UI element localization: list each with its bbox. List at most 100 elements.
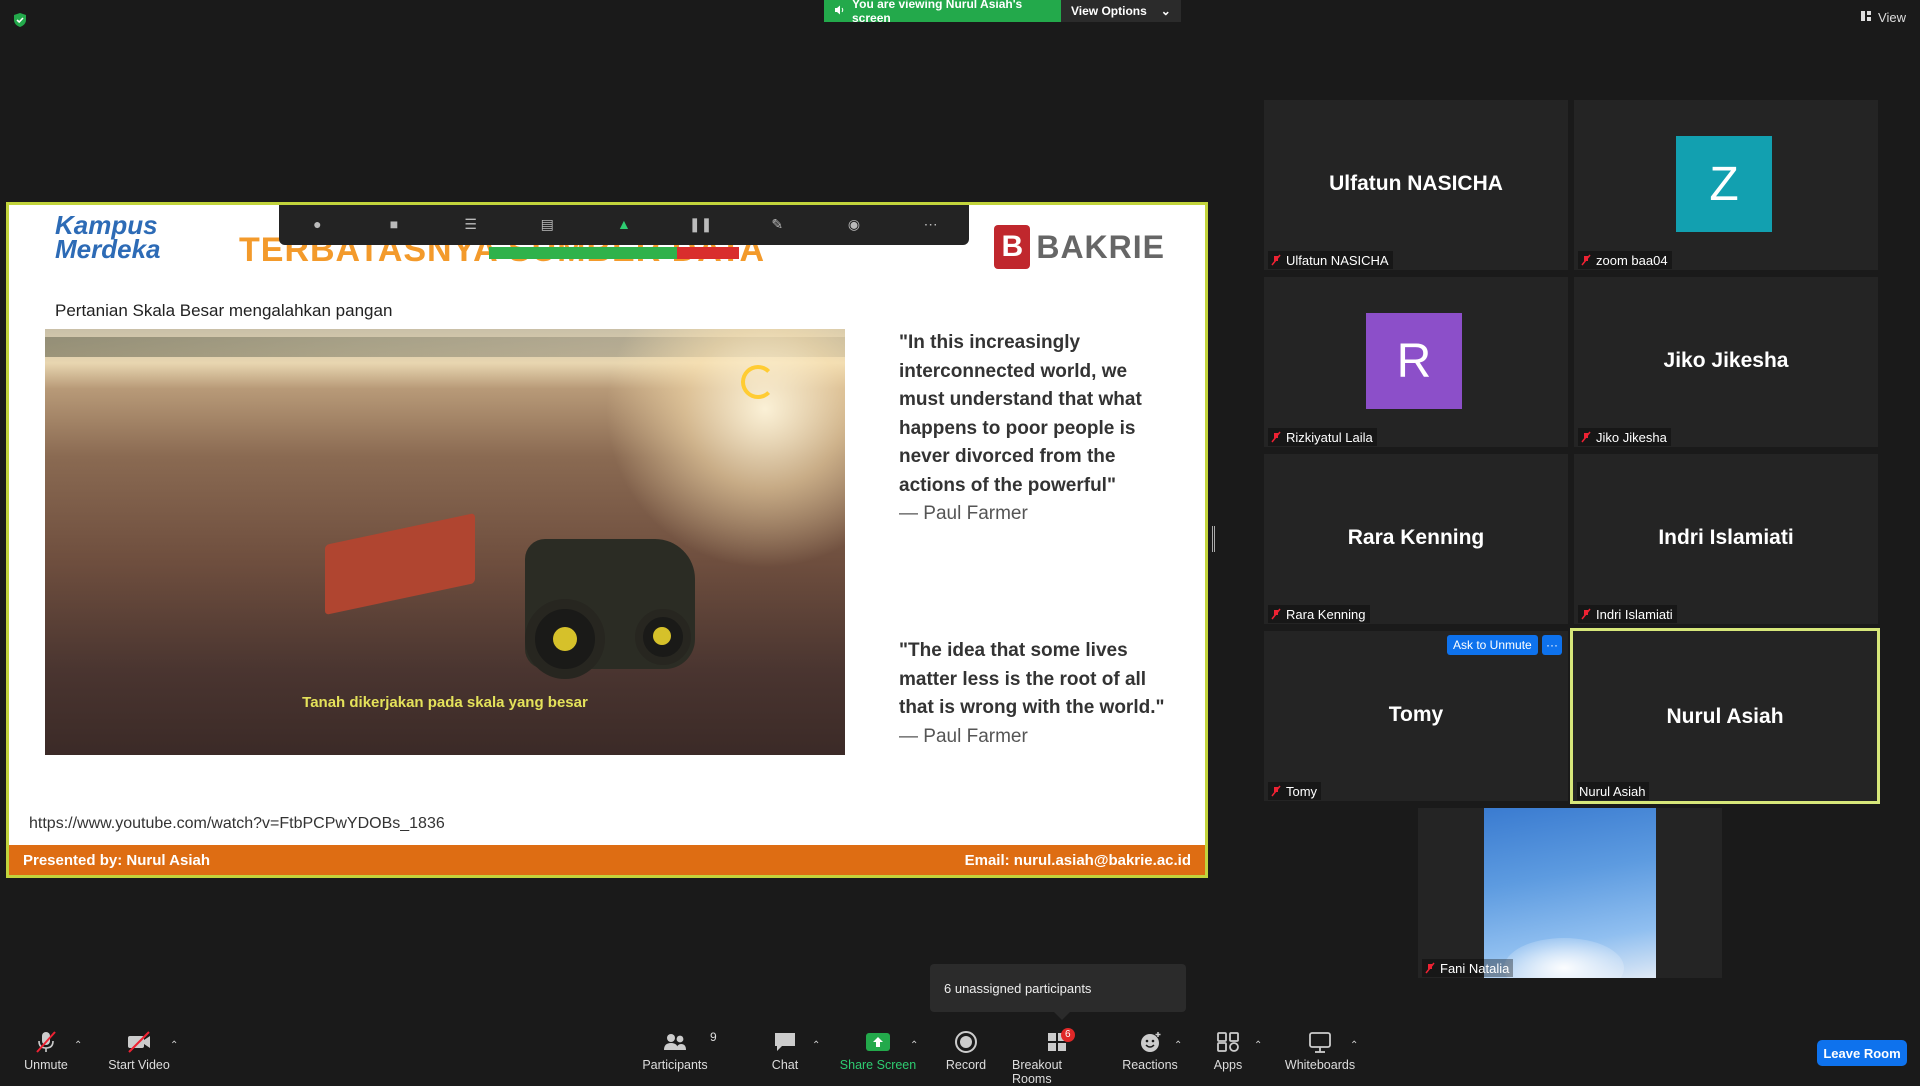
participant-tile[interactable]: R Rizkiyatul Laila [1264, 277, 1568, 447]
participant-tile[interactable]: Ask to Unmute ··· Tomy Tomy [1264, 631, 1568, 801]
participants-button[interactable]: 9 Participants [640, 1030, 717, 1078]
audio-options-chevron-icon[interactable]: ⌃ [74, 1040, 82, 1051]
quote-2: "The idea that some lives matter less is… [899, 637, 1169, 751]
mic-muted-icon [1581, 431, 1591, 443]
share-screen-button[interactable]: Share Screen [838, 1030, 918, 1078]
video-options-chevron-icon[interactable]: ⌃ [170, 1040, 178, 1051]
camera-icon[interactable]: ■ [379, 209, 409, 239]
whiteboards-button[interactable]: Whiteboards [1282, 1030, 1358, 1078]
panel-resize-handle[interactable] [1212, 526, 1215, 552]
tractor-field-photo: Tanah dikerjakan pada skala yang besar [45, 329, 845, 755]
reactions-icon [1137, 1030, 1163, 1054]
record-button[interactable]: Record [940, 1030, 992, 1078]
ask-to-unmute-button[interactable]: Ask to Unmute [1447, 635, 1538, 655]
participant-video [1484, 808, 1656, 978]
whiteboards-label: Whiteboards [1284, 1058, 1356, 1072]
view-grid-icon [1860, 10, 1872, 25]
chat-label: Chat [771, 1058, 799, 1072]
unmute-button[interactable]: Unmute [22, 1030, 70, 1078]
slide-url: https://www.youtube.com/watch?v=FtbPCPwY… [29, 815, 445, 832]
participant-tile-active-speaker[interactable]: Nurul Asiah Nurul Asiah [1570, 628, 1880, 804]
participants-icon: 9 [662, 1030, 717, 1054]
shield-icon[interactable] [12, 12, 28, 28]
participant-tile[interactable]: Indri Islamiati Indri Islamiati [1574, 454, 1878, 624]
participant-tile[interactable]: Jiko Jikesha Jiko Jikesha [1574, 277, 1878, 447]
record-label: Record [945, 1058, 987, 1072]
quote-2-author: — Paul Farmer [899, 725, 1028, 747]
avatar: Z [1676, 136, 1772, 232]
participant-label: zoom baa04 [1578, 251, 1672, 269]
more-options-button[interactable]: ··· [1542, 635, 1562, 655]
more-icon[interactable]: ⋯ [916, 209, 946, 239]
participants-label: Participants [642, 1058, 708, 1072]
whiteboards-options-chevron-icon[interactable]: ⌃ [1350, 1040, 1358, 1051]
record-icon [953, 1030, 979, 1054]
viewing-status: You are viewing Nurul Asiah's screen [824, 0, 1061, 25]
new-share-icon[interactable]: ▲ [609, 209, 639, 239]
viewing-status-text: You are viewing Nurul Asiah's screen [852, 0, 1023, 25]
meeting-toolbar: Unmute ⌃ Start Video ⌃ 9 Participants Ch… [0, 1026, 1920, 1086]
reactions-button[interactable]: Reactions [1122, 1030, 1178, 1078]
participant-label: Tomy [1268, 782, 1322, 800]
slide-subtitle: Pertanian Skala Besar mengalahkan pangan [55, 301, 393, 320]
annotate-icon[interactable]: ✎ [762, 209, 792, 239]
participant-tile[interactable]: Z zoom baa04 [1574, 100, 1878, 270]
participant-name-display: Rara Kenning [1347, 526, 1485, 549]
bakrie-logo: B BAKRIE [994, 225, 1165, 269]
participants-icon[interactable]: ☰ [456, 209, 486, 239]
chat-icon[interactable]: ▤ [532, 209, 562, 239]
participant-name-display: Nurul Asiah [1666, 705, 1784, 728]
presenter-email: Email: nurul.asiah@bakrie.ac.id [964, 851, 1191, 869]
participant-tile[interactable]: Rara Kenning Rara Kenning [1264, 454, 1568, 624]
quote-2-text: "The idea that some lives matter less is… [899, 640, 1165, 718]
quote-1-author: — Paul Farmer [899, 503, 1028, 524]
participant-tile[interactable]: Ulfatun NASICHA Ulfatun NASICHA [1264, 100, 1568, 270]
presenter-share-toolbar[interactable]: ● ■ ☰ ▤ ▲ ❚❚ ✎ ◉ ⋯ [279, 205, 969, 245]
participant-label: Rizkiyatul Laila [1268, 428, 1377, 446]
pause-share-icon[interactable]: ❚❚ [686, 209, 716, 239]
quote-1-text: "In this increasingly interconnected wor… [899, 332, 1142, 496]
apps-icon [1215, 1030, 1241, 1054]
speaker-icon [834, 4, 846, 19]
leave-room-button[interactable]: Leave Room [1817, 1040, 1907, 1066]
share-options-chevron-icon[interactable]: ⌃ [910, 1040, 918, 1051]
chevron-down-icon: ⌄ [1160, 4, 1171, 18]
slide-footer: Presented by: Nurul Asiah Email: nurul.a… [9, 845, 1205, 875]
view-button[interactable]: View [1860, 10, 1906, 25]
view-label: View [1878, 10, 1906, 25]
chat-options-chevron-icon[interactable]: ⌃ [812, 1040, 820, 1051]
mic-muted-icon [1271, 785, 1281, 797]
mic-icon[interactable]: ● [302, 209, 332, 239]
breakout-count-badge: 6 [1061, 1028, 1075, 1042]
viewing-banner: You are viewing Nurul Asiah's screen Vie… [824, 0, 1181, 25]
participant-tile[interactable]: Fani Natalia [1418, 808, 1722, 978]
breakout-rooms-label: Breakout Rooms [1012, 1058, 1063, 1086]
breakout-rooms-button[interactable]: 6 Breakout Rooms [1012, 1028, 1104, 1086]
participant-label: Nurul Asiah [1577, 782, 1650, 800]
quote-1: "In this increasingly interconnected wor… [899, 329, 1169, 529]
mic-muted-icon [1271, 608, 1281, 620]
start-video-label: Start Video [108, 1058, 170, 1072]
unassigned-participants-tooltip: 6 unassigned participants [930, 964, 1186, 1020]
apps-button[interactable]: Apps [1208, 1030, 1248, 1078]
participant-label: Jiko Jikesha [1578, 428, 1671, 446]
participant-label: Rara Kenning [1268, 605, 1370, 623]
view-options-button[interactable]: View Options ⌄ [1061, 0, 1181, 22]
breakout-rooms-icon: 6 [1045, 1028, 1075, 1054]
channel-logo-icon [741, 365, 775, 399]
remote-control-icon[interactable]: ◉ [839, 209, 869, 239]
participant-label: Indri Islamiati [1578, 605, 1677, 623]
start-video-button[interactable]: Start Video [104, 1030, 174, 1078]
mic-muted-icon [1581, 608, 1591, 620]
shared-screen[interactable]: Kampus Merdeka TERBATASNYA SUMBER DATA B… [6, 202, 1208, 878]
video-off-icon [126, 1030, 152, 1054]
photo-caption: Tanah dikerjakan pada skala yang besar [302, 694, 588, 711]
apps-options-chevron-icon[interactable]: ⌃ [1254, 1040, 1262, 1051]
chat-button[interactable]: Chat [765, 1030, 805, 1078]
participant-name-display: Ulfatun NASICHA [1329, 172, 1503, 195]
chat-icon [772, 1030, 798, 1054]
apps-label: Apps [1213, 1058, 1243, 1072]
view-options-label: View Options [1071, 4, 1147, 18]
whiteboard-icon [1307, 1030, 1333, 1054]
reactions-options-chevron-icon[interactable]: ⌃ [1174, 1040, 1182, 1051]
